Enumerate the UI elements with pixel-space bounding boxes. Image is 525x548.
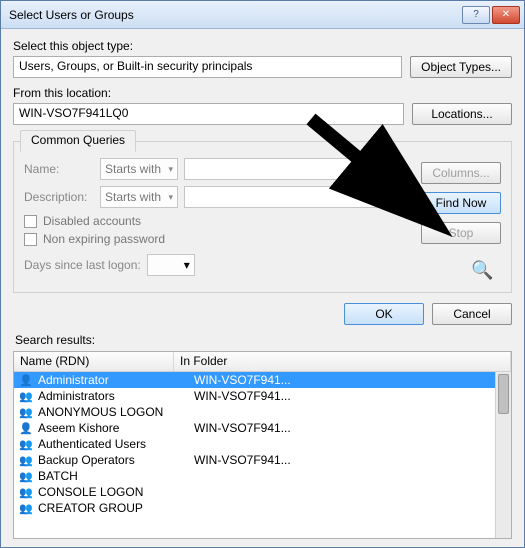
cell-name: Administrator — [38, 373, 190, 387]
common-queries-group: Common Queries Name: Starts with ▾ Descr… — [13, 141, 512, 293]
user-icon: 👤 — [18, 421, 34, 435]
locations-button[interactable]: Locations... — [412, 103, 512, 125]
group-icon: 👥 — [18, 389, 34, 403]
scrollbar[interactable] — [495, 372, 511, 538]
object-types-button[interactable]: Object Types... — [410, 56, 512, 78]
group-icon: 👥 — [18, 501, 34, 515]
close-button[interactable]: ✕ — [492, 6, 520, 24]
cell-folder: WIN-VSO7F941... — [190, 421, 507, 435]
ok-button[interactable]: OK — [344, 303, 424, 325]
group-icon: 👥 — [18, 405, 34, 419]
location-field[interactable]: WIN-VSO7F941LQ0 — [13, 103, 404, 125]
query-fields: Name: Starts with ▾ Description: Starts … — [24, 158, 391, 282]
description-input[interactable] — [184, 186, 391, 208]
cell-name: Administrators — [38, 389, 190, 403]
table-row[interactable]: 👤 AdministratorWIN-VSO7F941... — [14, 372, 511, 388]
cell-name: Backup Operators — [38, 453, 190, 467]
cell-folder: WIN-VSO7F941... — [190, 389, 507, 403]
days-since-logon-label: Days since last logon: — [24, 258, 141, 272]
columns-button[interactable]: Columns... — [421, 162, 501, 184]
group-icon: 👥 — [18, 469, 34, 483]
col-folder-header[interactable]: In Folder — [174, 352, 511, 371]
chevron-down-icon: ▾ — [168, 192, 173, 203]
search-results-label: Search results: — [15, 333, 512, 347]
results-grid: Name (RDN) In Folder 👤AdministratorWIN-V… — [13, 351, 512, 539]
cancel-button[interactable]: Cancel — [432, 303, 512, 325]
cell-name: Aseem Kishore — [38, 421, 190, 435]
scrollbar-thumb[interactable] — [498, 374, 509, 414]
chevron-down-icon: ▾ — [168, 164, 173, 175]
name-match-combo[interactable]: Starts with ▾ — [100, 158, 178, 180]
find-now-button[interactable]: Find Now — [421, 192, 501, 214]
table-row[interactable]: 👥 Authenticated Users — [14, 436, 511, 452]
non-expiring-label: Non expiring password — [43, 232, 165, 246]
help-button[interactable]: ? — [462, 6, 490, 24]
dialog-window: Select Users or Groups ? ✕ Select this o… — [0, 0, 525, 548]
user-icon: 👤 — [18, 373, 34, 387]
non-expiring-checkbox[interactable] — [24, 233, 37, 246]
col-name-header[interactable]: Name (RDN) — [14, 352, 174, 371]
table-row[interactable]: 👥 BATCH — [14, 468, 511, 484]
group-icon: 👥 — [18, 453, 34, 467]
cell-folder: WIN-VSO7F941... — [190, 453, 507, 467]
grid-body: 👤AdministratorWIN-VSO7F941...👥Administra… — [14, 372, 511, 538]
cell-name: ANONYMOUS LOGON — [38, 405, 190, 419]
titlebar: Select Users or Groups ? ✕ — [1, 1, 524, 29]
from-location-label: From this location: — [13, 86, 512, 100]
table-row[interactable]: 👤 Aseem KishoreWIN-VSO7F941... — [14, 420, 511, 436]
cell-name: Authenticated Users — [38, 437, 190, 451]
window-title: Select Users or Groups — [9, 8, 460, 22]
name-input[interactable] — [184, 158, 391, 180]
grid-header: Name (RDN) In Folder — [14, 352, 511, 372]
group-icon: 👥 — [18, 485, 34, 499]
days-since-logon-combo[interactable]: ▾ — [147, 254, 195, 276]
table-row[interactable]: 👥 ANONYMOUS LOGON — [14, 404, 511, 420]
query-buttons: Columns... Find Now Stop 🔍 — [391, 158, 501, 282]
table-row[interactable]: 👥 Backup OperatorsWIN-VSO7F941... — [14, 452, 511, 468]
name-label: Name: — [24, 162, 94, 176]
description-match-combo[interactable]: Starts with ▾ — [100, 186, 178, 208]
stop-button[interactable]: Stop — [421, 222, 501, 244]
cell-folder: WIN-VSO7F941... — [190, 373, 507, 387]
table-row[interactable]: 👥 CONSOLE LOGON — [14, 484, 511, 500]
table-row[interactable]: 👥 AdministratorsWIN-VSO7F941... — [14, 388, 511, 404]
table-row[interactable]: 👥 CREATOR GROUP — [14, 500, 511, 516]
cell-name: BATCH — [38, 469, 190, 483]
common-queries-tab[interactable]: Common Queries — [20, 130, 136, 152]
disabled-accounts-label: Disabled accounts — [43, 214, 141, 228]
object-type-label: Select this object type: — [13, 39, 512, 53]
chevron-down-icon: ▾ — [184, 258, 190, 272]
cell-name: CREATOR GROUP — [38, 501, 190, 515]
cell-name: CONSOLE LOGON — [38, 485, 190, 499]
object-type-field[interactable]: Users, Groups, or Built-in security prin… — [13, 56, 402, 78]
group-icon: 👥 — [18, 437, 34, 451]
search-icon: 🔍 — [471, 260, 501, 282]
disabled-accounts-checkbox[interactable] — [24, 215, 37, 228]
description-label: Description: — [24, 190, 94, 204]
dialog-body: Select this object type: Users, Groups, … — [1, 29, 524, 547]
